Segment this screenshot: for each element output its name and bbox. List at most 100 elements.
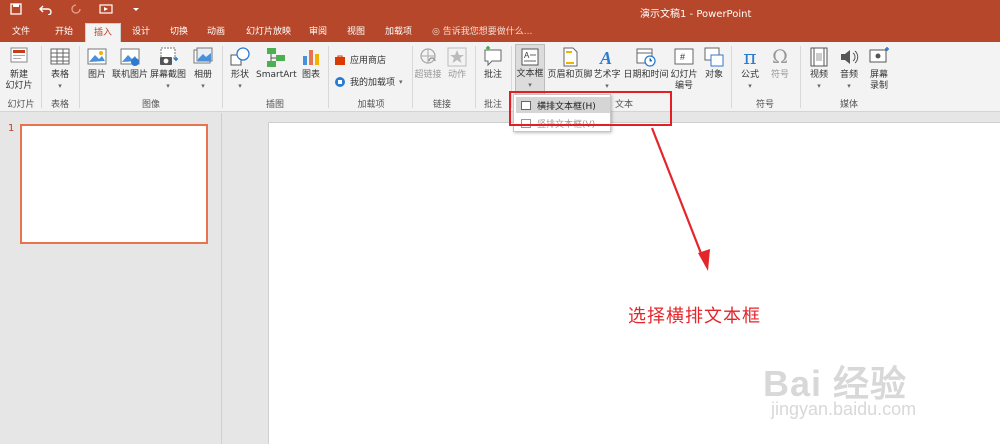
chevron-down-icon: ▾: [201, 82, 205, 90]
tab-animations[interactable]: 动画: [207, 23, 225, 42]
tab-design[interactable]: 设计: [132, 23, 150, 42]
shapes-icon: [230, 47, 250, 66]
group-label-links: 链接: [432, 100, 451, 110]
online-picture-button[interactable]: 联机图片: [112, 46, 148, 81]
omega-icon: Ω: [772, 46, 788, 68]
action-button[interactable]: 动作: [445, 46, 469, 81]
new-slide-label: 新建 幻灯片: [5, 70, 33, 91]
store-icon: [335, 55, 345, 65]
smartart-button[interactable]: SmartArt: [256, 46, 297, 81]
annotation-text: 选择横排文本框: [628, 306, 761, 327]
hyperlink-button[interactable]: 超链接: [414, 46, 442, 81]
picture-button[interactable]: 图片: [84, 46, 110, 81]
datetime-button[interactable]: 日期和时间: [623, 46, 669, 81]
chevron-down-icon: ▾: [528, 81, 532, 89]
wordart-icon: A: [599, 48, 612, 68]
tab-addins[interactable]: 加载项: [385, 23, 412, 42]
equation-button[interactable]: π 公式 ▾: [737, 46, 763, 92]
tell-me-search[interactable]: ◎ 告诉我您想要做什么...: [432, 23, 532, 42]
screenshot-button[interactable]: 屏幕截图 ▾: [150, 46, 186, 92]
separator: [328, 46, 329, 108]
svg-text:A: A: [599, 48, 612, 68]
chevron-down-icon: ▾: [847, 82, 851, 90]
pi-icon: π: [743, 45, 757, 69]
chart-icon: [303, 50, 319, 65]
film-icon: [810, 47, 828, 67]
chart-label: 图表: [301, 70, 320, 80]
symbol-button[interactable]: Ω 符号: [767, 46, 793, 81]
comment-button[interactable]: 批注: [479, 46, 507, 81]
ribbon-insert: 新建 幻灯片 幻灯片 表格 ▾ 表格 图片 联机图片 屏幕截图 ▾ 相册 ▾ 图…: [0, 42, 1000, 112]
watermark-url: jingyan.baidu.com: [771, 399, 917, 419]
object-icon: [704, 47, 724, 67]
my-addins-label: 我的加载项: [350, 78, 396, 88]
my-addins-button[interactable]: 我的加载项 ▾: [334, 75, 403, 88]
tab-transitions[interactable]: 切换: [170, 23, 188, 42]
tab-home[interactable]: 开始: [55, 23, 73, 42]
separator: [800, 46, 801, 108]
undo-icon[interactable]: [38, 3, 54, 18]
document-title: 演示文稿1 - PowerPoint: [640, 9, 752, 20]
equation-label: 公式: [740, 70, 759, 80]
chevron-down-icon: ▾: [748, 82, 752, 90]
separator: [79, 46, 80, 108]
video-label: 视频: [809, 70, 828, 80]
tab-review[interactable]: 审阅: [309, 23, 327, 42]
online-picture-icon: [120, 48, 140, 66]
tab-insert[interactable]: 插入: [85, 23, 122, 42]
chart-button[interactable]: 图表: [299, 46, 323, 81]
object-label: 对象: [704, 70, 723, 80]
picture-label: 图片: [87, 70, 106, 80]
wordart-button[interactable]: A 艺术字 ▾: [593, 46, 621, 92]
calendar-clock-icon: [636, 48, 656, 67]
chevron-down-icon: ▾: [238, 82, 242, 90]
smartart-label: SmartArt: [256, 70, 297, 80]
hyperlink-icon: [420, 48, 436, 64]
header-footer-button[interactable]: 页眉和页脚: [547, 46, 593, 81]
photo-album-icon: [193, 47, 213, 64]
wordart-label: 艺术字: [593, 70, 621, 80]
slide-number-icon: #: [674, 48, 694, 65]
lightbulb-icon: ◎: [432, 27, 440, 37]
new-slide-button[interactable]: 新建 幻灯片: [4, 46, 34, 92]
textbox-icon: A: [521, 48, 539, 66]
start-from-beginning-icon[interactable]: [98, 3, 114, 18]
textbox-button[interactable]: A 文本框 ▾: [515, 44, 545, 96]
slide-thumbnail[interactable]: [20, 124, 208, 244]
chevron-down-icon: ▾: [817, 82, 821, 90]
shapes-label: 形状: [230, 70, 249, 80]
group-label-slides: 幻灯片: [7, 100, 35, 110]
action-star-icon: [447, 47, 467, 67]
my-addins-icon: [335, 76, 345, 87]
video-button[interactable]: 视频 ▾: [806, 46, 832, 92]
store-button[interactable]: 应用商店: [334, 53, 386, 66]
audio-label: 音频: [839, 70, 858, 80]
group-label-images: 图像: [141, 100, 160, 110]
slide-number-label: 幻灯片 编号: [670, 70, 698, 91]
screenshot-icon: [160, 47, 178, 65]
group-label-media: 媒体: [839, 100, 858, 110]
shapes-button[interactable]: 形状 ▾: [226, 46, 254, 92]
customize-qat-icon[interactable]: [128, 3, 144, 18]
audio-button[interactable]: 音频 ▾: [836, 46, 862, 92]
redo-icon[interactable]: [68, 3, 84, 18]
save-icon[interactable]: [8, 3, 24, 18]
online-picture-label: 联机图片: [112, 70, 149, 80]
tab-file[interactable]: 文件: [12, 23, 30, 42]
object-button[interactable]: 对象: [701, 46, 727, 81]
annotation-arrow-icon: [650, 127, 710, 271]
table-label: 表格: [50, 70, 69, 80]
separator: [41, 46, 42, 108]
photo-album-button[interactable]: 相册 ▾: [190, 46, 216, 92]
slide-number-button[interactable]: # 幻灯片 编号: [670, 46, 698, 92]
table-button[interactable]: 表格 ▾: [47, 46, 73, 92]
tab-view[interactable]: 视图: [347, 23, 365, 42]
chevron-down-icon: ▾: [58, 82, 62, 90]
screen-record-button[interactable]: 屏幕 录制: [866, 46, 892, 92]
header-footer-label: 页眉和页脚: [547, 70, 593, 80]
title-bar: 演示文稿1 - PowerPoint: [0, 0, 1000, 23]
tab-slideshow[interactable]: 幻灯片放映: [246, 23, 291, 42]
slide-thumbnail-pane: 1: [0, 113, 222, 444]
group-label-comments: 批注: [483, 100, 502, 110]
tell-me-text: 告诉我您想要做什么...: [442, 27, 533, 37]
